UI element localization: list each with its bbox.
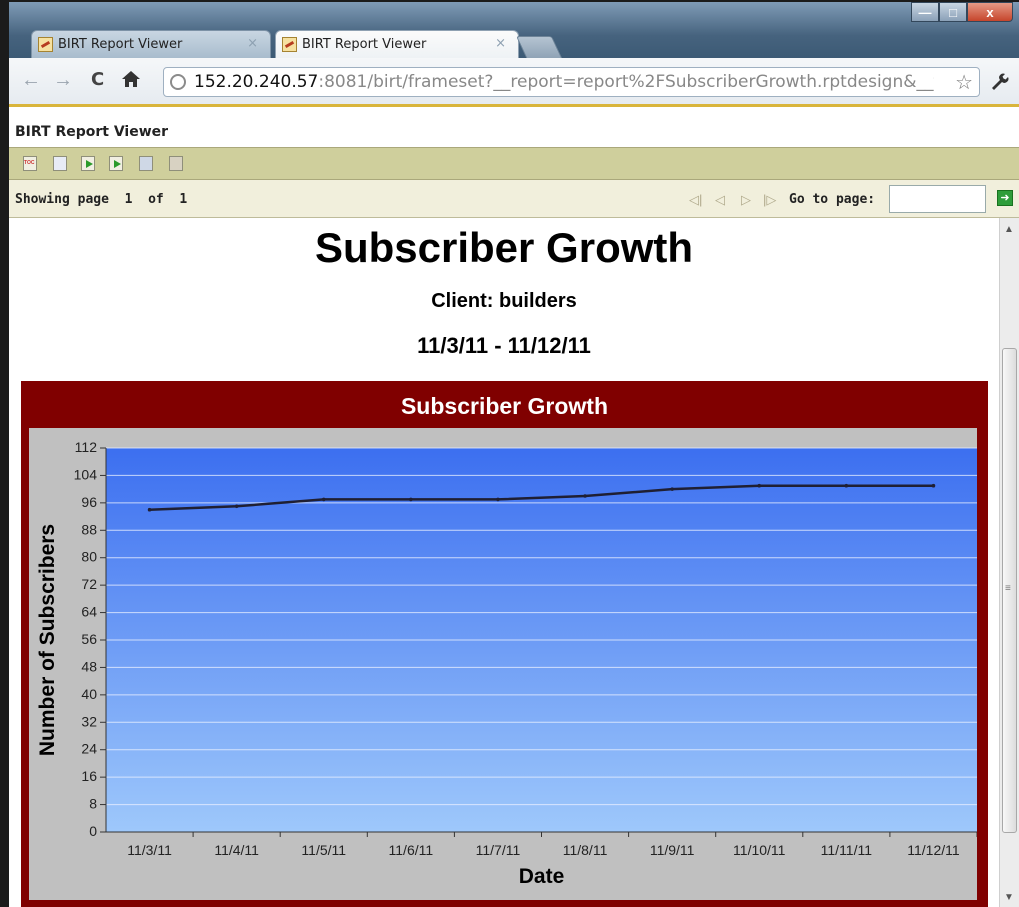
- y-tick-label: 112: [75, 439, 98, 455]
- y-tick-label: 56: [81, 631, 97, 647]
- data-point: [931, 483, 936, 488]
- data-point: [321, 497, 326, 502]
- scroll-grip-icon: ≡: [1005, 583, 1011, 594]
- previous-page-icon[interactable]: ◁: [715, 192, 725, 208]
- x-tick-label: 11/4/11: [214, 842, 259, 858]
- x-tick-label: 11/5/11: [301, 842, 346, 858]
- report-date-range: 11/3/11 - 11/12/11: [417, 333, 591, 358]
- wrench-menu-icon[interactable]: [989, 71, 1009, 96]
- page-info-icon[interactable]: [170, 74, 186, 90]
- line-chart: 0 8 16 24 32 40 48 56 64 72 80 88 96 104 112 11/3/11 11/…: [36, 439, 978, 888]
- chart-title: Subscriber Growth: [400, 393, 609, 419]
- x-tick-label: 11/9/11: [650, 842, 695, 858]
- minimize-button[interactable]: —: [911, 2, 939, 22]
- y-tick-label: 64: [81, 604, 97, 620]
- goto-page-input[interactable]: [889, 185, 986, 213]
- scroll-down-icon[interactable]: ▼: [1004, 892, 1014, 903]
- y-tick-label: 96: [81, 494, 97, 510]
- toc-icon[interactable]: [23, 156, 37, 171]
- y-tick-label: 8: [89, 796, 97, 812]
- address-bar[interactable]: 152.20.240.57:8081/birt/frameset?__repor…: [163, 67, 980, 97]
- data-point: [670, 487, 674, 491]
- browser-toolbar: ← → C 152.20.240.57:8081/birt/frameset?_…: [9, 58, 1019, 107]
- x-tick-label: 11/6/11: [389, 842, 434, 858]
- address-url[interactable]: 152.20.240.57:8081/birt/frameset?__repor…: [194, 72, 934, 92]
- vertical-scrollbar[interactable]: ▲ ≡ ▼: [999, 218, 1019, 907]
- birt-favicon-icon: [38, 37, 53, 52]
- y-tick-label: 16: [81, 768, 97, 784]
- page-status: Showing page 1 of 1: [15, 192, 188, 207]
- data-point: [844, 483, 849, 488]
- data-point: [583, 494, 587, 498]
- y-tick-label: 24: [81, 741, 97, 757]
- y-tick-label: 88: [81, 521, 97, 537]
- y-tick-label: 48: [81, 658, 97, 674]
- new-tab-button[interactable]: [515, 36, 563, 58]
- data-point: [757, 483, 762, 488]
- data-point: [496, 497, 500, 502]
- back-icon[interactable]: ←: [21, 70, 41, 90]
- export-icon[interactable]: [81, 156, 95, 171]
- next-page-icon[interactable]: ▷: [741, 192, 751, 208]
- tab-close-icon[interactable]: ×: [247, 36, 258, 51]
- forward-icon[interactable]: →: [53, 70, 73, 90]
- parameters-icon[interactable]: [53, 156, 67, 171]
- title-bar: BIRT Report Viewer × BIRT Report Viewer …: [9, 2, 1019, 58]
- chart-frame: Subscriber Growth 0 8 16 24 32 40 48 56 64 72 80 88…: [21, 381, 988, 907]
- print-server-icon[interactable]: [169, 156, 183, 171]
- report-title: Subscriber Growth: [314, 224, 694, 271]
- y-tick-label: 32: [81, 713, 97, 729]
- maximize-button[interactable]: □: [939, 2, 967, 22]
- tab-label: BIRT Report Viewer: [58, 37, 183, 52]
- x-tick-label: 11/10/11: [733, 842, 786, 858]
- first-page-icon[interactable]: ◁|: [689, 192, 702, 208]
- report-content: Subscriber Growth Client: builders 11/3/…: [9, 218, 999, 907]
- paging-bar: Showing page 1 of 1 ◁| ◁ ▷ |▷ Go to page…: [9, 180, 1019, 218]
- y-tick-label: 0: [89, 823, 97, 839]
- viewer-toolbar: [9, 147, 1019, 180]
- go-button[interactable]: ➜: [997, 190, 1013, 206]
- birt-favicon-icon: [282, 37, 297, 52]
- bookmark-star-icon[interactable]: ☆: [955, 70, 973, 95]
- y-axis-label: Number of Subscribers: [36, 524, 59, 756]
- tab-active[interactable]: BIRT Report Viewer ×: [275, 30, 519, 58]
- print-icon[interactable]: [139, 156, 153, 171]
- close-window-button[interactable]: x: [967, 2, 1013, 22]
- x-axis-label: Date: [519, 865, 565, 888]
- data-point: [409, 497, 413, 502]
- x-tick-label: 11/7/11: [476, 842, 521, 858]
- viewer-title: BIRT Report Viewer: [15, 124, 169, 140]
- x-tick-label: 11/3/11: [127, 842, 172, 858]
- x-tick-label: 11/12/11: [907, 842, 960, 858]
- reload-icon[interactable]: C: [91, 70, 104, 90]
- viewer-header: BIRT Report Viewer: [9, 107, 1019, 147]
- home-icon[interactable]: [121, 70, 141, 93]
- data-point: [147, 507, 152, 512]
- last-page-icon[interactable]: |▷: [763, 192, 776, 208]
- tab-inactive[interactable]: BIRT Report Viewer ×: [31, 30, 271, 58]
- y-tick-label: 80: [81, 549, 97, 565]
- x-tick-label: 11/8/11: [563, 842, 608, 858]
- tab-label: BIRT Report Viewer: [302, 37, 427, 52]
- y-tick-label: 104: [74, 466, 98, 482]
- goto-page-label: Go to page:: [789, 192, 876, 207]
- y-tick-label: 72: [81, 576, 97, 592]
- window-controls: — □ x: [911, 2, 1013, 24]
- x-tick-label: 11/11/11: [821, 842, 873, 858]
- tab-close-icon[interactable]: ×: [495, 36, 506, 51]
- browser-window: BIRT Report Viewer × BIRT Report Viewer …: [9, 2, 1019, 907]
- export-data-icon[interactable]: [109, 156, 123, 171]
- chart-area: 0 8 16 24 32 40 48 56 64 72 80 88 96 104 112 11/3/11 11/…: [29, 428, 978, 900]
- y-tick-label: 40: [81, 686, 97, 702]
- data-point: [234, 504, 239, 509]
- report-client: Client: builders: [431, 290, 577, 312]
- scroll-up-icon[interactable]: ▲: [1004, 224, 1014, 235]
